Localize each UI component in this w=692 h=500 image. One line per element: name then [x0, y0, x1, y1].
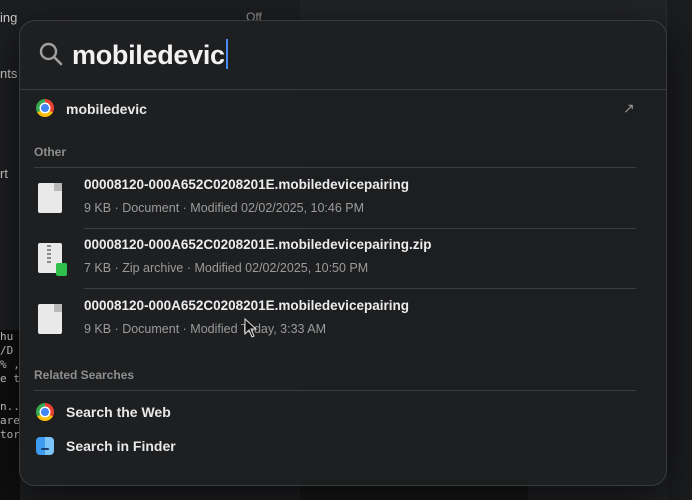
search-input[interactable]: mobiledevic: [72, 35, 228, 75]
spotlight-panel: mobiledevic mobiledevic ↗ Other 00008120…: [19, 20, 667, 486]
search-in-finder-row[interactable]: Search in Finder: [20, 435, 666, 459]
terminal-line: hu: [0, 330, 14, 343]
section-divider: [34, 167, 636, 168]
zipper-mark: [47, 245, 51, 263]
file-name: 00008120-000A652C0208201E.mobiledevicepa…: [84, 177, 409, 192]
top-hit-label: mobiledevic: [66, 101, 147, 117]
background-scroll-strip: [666, 0, 692, 500]
terminal-line: tory: [0, 428, 20, 441]
open-arrow-icon[interactable]: ↗: [623, 100, 635, 117]
terminal-line: are: [0, 414, 20, 427]
file-meta: 9 KB · Document · Modified 02/02/2025, 1…: [84, 201, 365, 215]
search-icon: [39, 42, 63, 66]
top-hit-result[interactable]: mobiledevic ↗: [20, 99, 666, 125]
finder-icon: [36, 437, 54, 455]
file-meta: 9 KB · Document · Modified Today, 3:33 A…: [84, 322, 327, 336]
text-caret: [225, 39, 228, 69]
mouse-pointer-icon: [244, 318, 258, 338]
section-header-related: Related Searches: [34, 368, 135, 382]
terminal-line: e t: [0, 372, 20, 385]
background-row-label: rt: [0, 166, 8, 181]
document-icon: [38, 183, 62, 213]
file-meta: 7 KB · Zip archive · Modified 02/02/2025…: [84, 261, 369, 275]
zip-archive-icon: [38, 243, 67, 276]
background-terminal: hu /D % , e t n.. are tory: [0, 330, 20, 500]
file-name: 00008120-000A652C0208201E.mobiledevicepa…: [84, 298, 409, 313]
background-row-label: nts: [0, 66, 18, 81]
terminal-line: n..: [0, 400, 20, 413]
terminal-line: /D: [0, 344, 14, 357]
background-row-label: ing: [0, 10, 18, 25]
terminal-line: % ,: [0, 358, 20, 371]
file-name: 00008120-000A652C0208201E.mobiledevicepa…: [84, 237, 432, 252]
document-icon: [38, 304, 62, 334]
section-divider: [34, 390, 636, 391]
row-divider: [84, 228, 636, 229]
chrome-icon: [36, 99, 54, 117]
search-the-web-row[interactable]: Search the Web: [20, 401, 666, 425]
related-label: Search in Finder: [66, 438, 176, 454]
file-result-row[interactable]: 00008120-000A652C0208201E.mobiledevicepa…: [20, 298, 666, 358]
section-header-other: Other: [34, 145, 67, 159]
row-divider: [84, 288, 636, 289]
chrome-icon: [36, 403, 54, 421]
zip-badge: [56, 263, 67, 276]
search-query-text: mobiledevic: [72, 40, 225, 70]
related-label: Search the Web: [66, 404, 171, 420]
search-bar: mobiledevic: [20, 21, 666, 90]
